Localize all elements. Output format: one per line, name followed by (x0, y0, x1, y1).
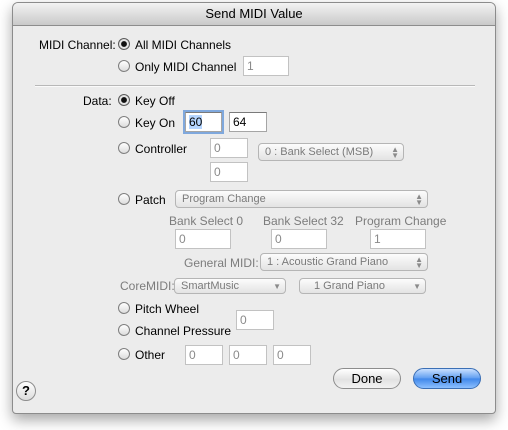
all-midi-channels-label: All MIDI Channels (135, 38, 232, 52)
program-change-field[interactable]: 1 (370, 229, 426, 249)
channel-pressure-radio[interactable] (118, 324, 130, 336)
controller-radio[interactable] (118, 142, 130, 154)
general-midi-label: General MIDI: (184, 256, 259, 270)
bank-select-0-field[interactable]: 0 (175, 229, 231, 249)
popup-down-arrow-icon: ▼ (415, 198, 423, 207)
pitch-wheel-label: Pitch Wheel (135, 302, 200, 316)
key-on-label: Key On (135, 116, 176, 130)
section-divider (35, 85, 475, 87)
all-midi-channels-radio[interactable] (118, 38, 130, 50)
controller-type-popup[interactable]: 0 : Bank Select (MSB) ▲ ▼ (258, 143, 404, 161)
other-field-1[interactable]: 0 (185, 345, 223, 365)
coremidi-patch-popup[interactable]: 1 Grand Piano ▼ (299, 278, 426, 294)
help-button[interactable]: ? (16, 381, 36, 401)
coremidi-patch-value: 1 Grand Piano (314, 280, 385, 292)
controller-number-field[interactable]: 0 (210, 138, 248, 158)
controller-type-value: 0 : Bank Select (MSB) (265, 146, 374, 158)
only-midi-channel-radio[interactable] (118, 60, 130, 72)
only-midi-channel-field[interactable]: 1 (243, 56, 289, 76)
controller-label: Controller (135, 142, 188, 156)
done-button[interactable]: Done (333, 368, 401, 389)
pitch-wheel-radio[interactable] (118, 302, 130, 314)
bank-select-0-label: Bank Select 0 (169, 214, 244, 228)
channel-pressure-field[interactable]: 0 (236, 310, 274, 330)
popup-down-arrow-icon: ▼ (415, 261, 423, 270)
key-on-note-field[interactable]: 60 (185, 112, 222, 132)
program-change-label: Program Change (355, 214, 447, 228)
controller-value-field[interactable]: 0 (210, 162, 248, 182)
coremidi-device-popup[interactable]: SmartMusic SoftSynt ▼ (174, 278, 286, 294)
bank-select-32-field[interactable]: 0 (271, 229, 327, 249)
key-off-label: Key Off (135, 94, 175, 108)
send-button[interactable]: Send (413, 368, 481, 389)
patch-label: Patch (135, 193, 166, 207)
key-off-radio[interactable] (118, 94, 130, 106)
channel-pressure-label: Channel Pressure (135, 324, 232, 338)
other-field-3[interactable]: 0 (273, 345, 311, 365)
other-label: Other (135, 348, 166, 362)
patch-type-popup[interactable]: Program Change ▲ ▼ (175, 190, 428, 208)
key-on-note-value: 60 (189, 115, 203, 129)
general-midi-popup[interactable]: 1 : Acoustic Grand Piano ▲ ▼ (260, 253, 428, 271)
key-on-velocity-field[interactable]: 64 (229, 112, 267, 132)
midi-channel-label: MIDI Channel: (39, 38, 116, 52)
bank-select-32-label: Bank Select 32 (263, 214, 344, 228)
window-title: Send MIDI Value (13, 3, 495, 26)
general-midi-value: 1 : Acoustic Grand Piano (267, 256, 389, 268)
coremidi-device-value: SmartMusic SoftSynt (181, 280, 240, 292)
popup-down-arrow-icon: ▼ (273, 282, 281, 291)
only-midi-channel-label: Only MIDI Channel (135, 60, 237, 74)
key-on-radio[interactable] (118, 116, 130, 128)
popup-down-arrow-icon: ▼ (391, 151, 399, 160)
other-radio[interactable] (118, 348, 130, 360)
patch-type-value: Program Change (182, 193, 266, 205)
popup-down-arrow-icon: ▼ (413, 282, 421, 291)
data-label: Data: (83, 94, 112, 108)
patch-radio[interactable] (118, 193, 130, 205)
send-midi-value-dialog: Send MIDI Value MIDI Channel: All MIDI C… (12, 2, 496, 414)
coremidi-label: CoreMIDI: (120, 279, 175, 293)
other-field-2[interactable]: 0 (229, 345, 267, 365)
